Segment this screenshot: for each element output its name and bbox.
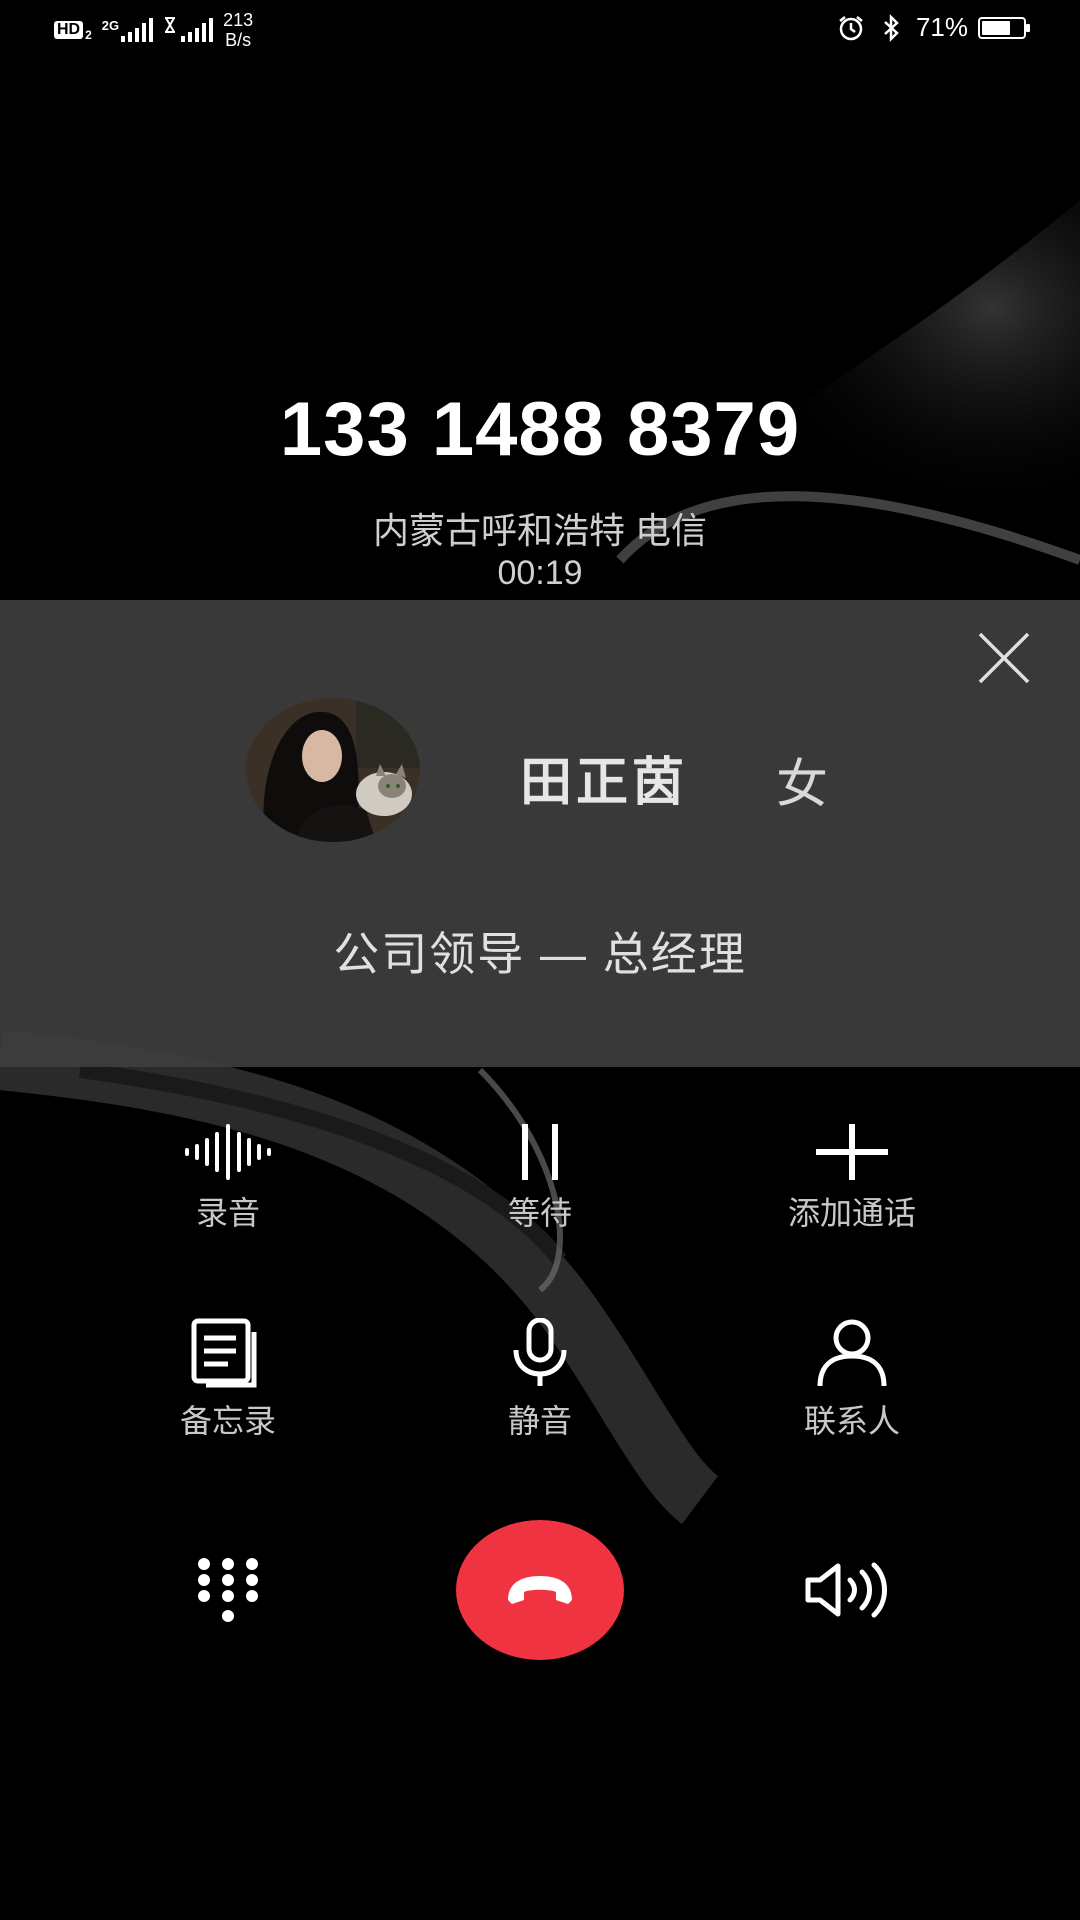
- microphone-icon: [513, 1318, 567, 1386]
- contact-name: 田正茵: [520, 754, 689, 812]
- hold-button[interactable]: 等待: [420, 1124, 660, 1234]
- mute-label: 静音: [507, 1403, 572, 1439]
- network-type-label: 2G: [101, 17, 120, 33]
- waveform-icon: [185, 1124, 271, 1180]
- network-speed-value: 213: [223, 10, 254, 30]
- add-call-button[interactable]: 添加通话: [732, 1124, 972, 1234]
- person-icon: [817, 1319, 887, 1387]
- hourglass-icon: [165, 17, 176, 33]
- alarm-icon: [839, 15, 863, 40]
- battery-percent: 71%: [915, 12, 968, 42]
- battery-fill: [982, 20, 1011, 35]
- status-bar: HD 2 2G 213 B/s 71%: [0, 0, 1080, 60]
- speaker-icon[interactable]: [804, 1562, 896, 1618]
- network-speed-unit: B/s: [225, 30, 252, 50]
- hd-voice-badge: HD: [54, 21, 84, 39]
- network-speed: 213 B/s: [223, 10, 253, 50]
- signal-strength-2-icon: [181, 18, 214, 42]
- notes-button[interactable]: 备忘录: [108, 1318, 348, 1442]
- call-duration: 00:19: [497, 554, 583, 592]
- add-call-label: 添加通话: [787, 1195, 916, 1231]
- contacts-label: 联系人: [803, 1403, 900, 1439]
- notes-label: 备忘录: [179, 1403, 276, 1439]
- end-call-button[interactable]: [456, 1520, 624, 1660]
- record-button[interactable]: 录音: [108, 1124, 348, 1234]
- avatar: [246, 698, 420, 842]
- plus-icon: [816, 1124, 888, 1180]
- record-label: 录音: [195, 1195, 260, 1231]
- hang-up-icon: [508, 1576, 572, 1604]
- close-icon[interactable]: [976, 630, 1032, 686]
- caller-location: 内蒙古呼和浩特 电信: [372, 510, 707, 551]
- contact-card: 田正茵 女 公司领导 — 总经理: [0, 600, 1080, 1067]
- battery-icon: [978, 16, 1030, 39]
- dialpad-icon[interactable]: [196, 1556, 260, 1624]
- caller-number: 133 1488 8379: [279, 387, 801, 472]
- bluetooth-icon: [884, 13, 899, 42]
- contacts-button[interactable]: 联系人: [732, 1318, 972, 1442]
- contact-gender: 女: [776, 756, 829, 814]
- hd-sim-index: 2: [85, 28, 92, 42]
- contact-title: 公司领导 — 总经理: [333, 928, 747, 980]
- pause-icon: [522, 1124, 558, 1180]
- mute-button[interactable]: 静音: [420, 1318, 660, 1442]
- signal-strength-icon: [121, 18, 154, 42]
- hold-label: 等待: [507, 1195, 572, 1231]
- notes-icon: [191, 1318, 257, 1388]
